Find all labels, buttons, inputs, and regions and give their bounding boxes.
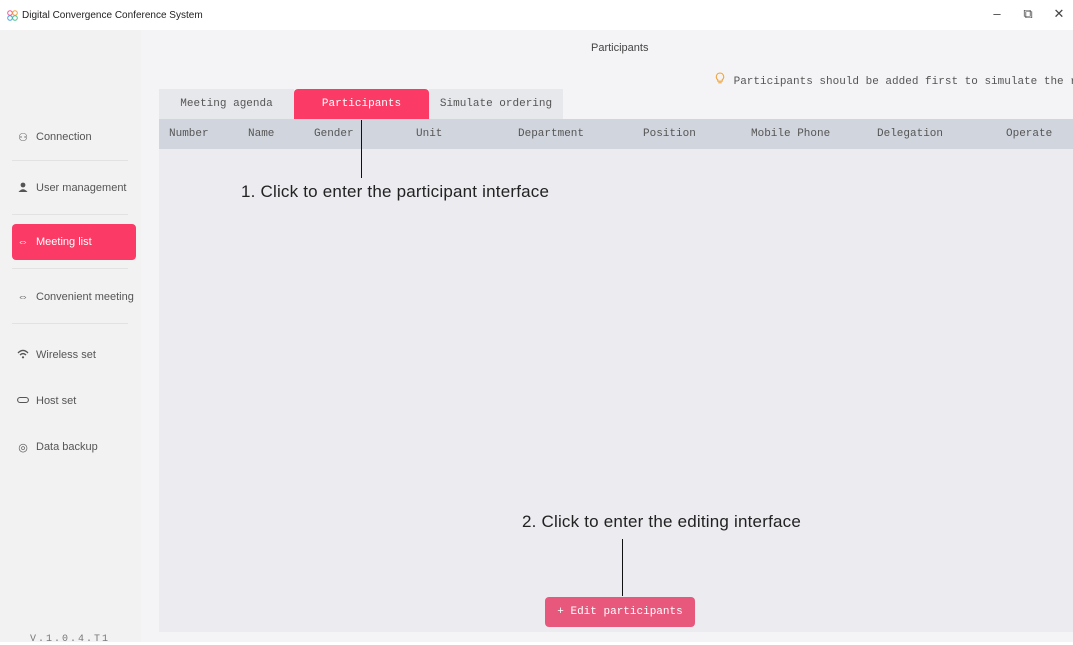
tab-participants[interactable]: Participants (294, 89, 429, 119)
column-header-number: Number (169, 128, 209, 140)
column-header-gender: Gender (314, 128, 354, 140)
tab-label: Meeting agenda (180, 98, 273, 110)
edit-participants-label: + Edit participants (557, 606, 683, 618)
sidebar-item-convenient-meeting[interactable]: ⇔ Convenient meeting (12, 279, 136, 315)
sidebar-item-label: Meeting list (36, 236, 92, 248)
sidebar-divider (12, 160, 128, 161)
main-content: Participants Participants should be adde… (141, 30, 1073, 642)
sidebar-item-meeting-list[interactable]: ⇔ Meeting list (12, 224, 136, 260)
tab-label: Participants (321, 98, 402, 110)
column-header-unit: Unit (416, 128, 443, 140)
sidebar-divider (12, 214, 128, 215)
table-header: Number Name Gender Unit Department Posit… (159, 119, 1073, 149)
edit-participants-button[interactable]: + Edit participants (545, 597, 695, 627)
column-header-mobile-phone: Mobile Phone (751, 128, 831, 140)
sidebar-divider (12, 268, 128, 269)
page-title: Participants (591, 42, 649, 54)
sidebar-item-label: Host set (36, 395, 77, 407)
annotation-step-1: 1. Click to enter the participant interf… (241, 182, 550, 201)
sidebar-item-label: Wireless set (36, 349, 96, 361)
column-header-delegation: Delegation (877, 128, 944, 140)
annotation-pointer-line (622, 539, 623, 596)
sidebar-divider (12, 323, 128, 324)
user-icon (16, 182, 30, 195)
sidebar-item-wireless-set[interactable]: Wireless set (12, 337, 136, 373)
sidebar-item-host-set[interactable]: Host set (12, 383, 136, 419)
sidebar-item-data-backup[interactable]: ◎ Data backup (12, 429, 136, 465)
version-label: V.1.0.4.T1 (30, 634, 111, 645)
notice-text: Participants should be added first to si… (733, 76, 1073, 88)
sidebar-item-label: Convenient meeting (36, 291, 134, 303)
wifi-icon (16, 349, 30, 362)
column-header-name: Name (248, 128, 275, 140)
restore-button[interactable]: ⧉ (1018, 6, 1038, 22)
annotation-step-2: 2. Click to enter the editing interface (522, 512, 802, 531)
sidebar-item-label: Data backup (36, 441, 98, 453)
meeting-icon: ⇔ (17, 291, 29, 303)
sidebar-item-label: User management (36, 182, 127, 194)
notice-text-row: Participants should be added first to si… (715, 72, 1073, 88)
backup-icon: ◎ (18, 441, 28, 454)
app-title: Digital Convergence Conference System (22, 10, 203, 21)
lightbulb-icon (715, 72, 732, 88)
tab-meeting-agenda[interactable]: Meeting agenda (159, 89, 294, 119)
sidebar-item-connection[interactable]: ⚇ Connection (12, 119, 136, 155)
meeting-icon: ⇔ (17, 236, 29, 248)
close-button[interactable]: ✕ (1049, 6, 1069, 22)
column-header-department: Department (518, 128, 585, 140)
app-logo-icon (7, 10, 18, 21)
host-icon (16, 395, 30, 407)
column-header-position: Position (643, 128, 696, 140)
minimize-button[interactable]: – (987, 6, 1007, 21)
sidebar-item-user-management[interactable]: User management (12, 170, 136, 206)
connection-icon: ⚇ (18, 131, 28, 144)
sidebar-item-label: Connection (36, 131, 92, 143)
tab-label: Simulate ordering (439, 98, 553, 110)
title-bar: Digital Convergence Conference System – … (0, 0, 1073, 30)
column-header-operate: Operate (1006, 128, 1053, 140)
sidebar: ⚇ Connection User management ⇔ Meeting l… (0, 30, 141, 642)
annotation-pointer-line (361, 120, 362, 178)
tab-simulate-ordering[interactable]: Simulate ordering (429, 89, 563, 119)
